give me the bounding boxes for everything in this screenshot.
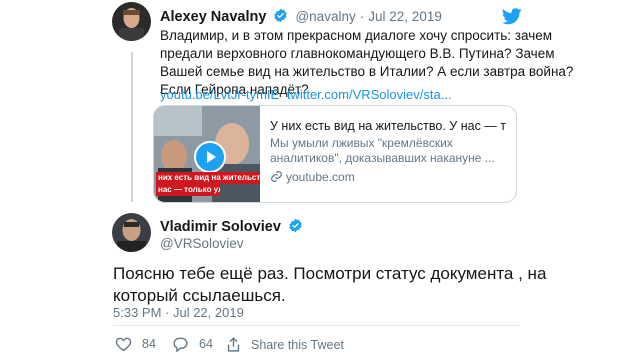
navalny-avatar[interactable] bbox=[112, 2, 151, 41]
reply-action[interactable]: 64 bbox=[172, 336, 213, 352]
tweet1-separator: · bbox=[359, 9, 365, 24]
play-icon[interactable] bbox=[194, 141, 226, 173]
tweet1-line: предали верховного главнокомандующего В.… bbox=[160, 46, 555, 61]
tweet2-author-row: Vladimir Soloviev bbox=[160, 218, 303, 235]
twitter-status-link[interactable]: twitter.com/VRSoloviev/sta... bbox=[287, 87, 452, 102]
tweet2-line: который ссылаешься. bbox=[113, 286, 286, 305]
tweet1-handle[interactable]: @navalny bbox=[295, 9, 355, 24]
card-domain-text: youtube.com bbox=[286, 170, 355, 184]
card-domain: youtube.com bbox=[270, 169, 506, 187]
thread-connector-line bbox=[131, 52, 133, 202]
tweet2-author-name[interactable]: Vladimir Soloviev bbox=[160, 219, 281, 235]
share-action[interactable]: Share this Tweet bbox=[226, 336, 344, 353]
video-thumbnail[interactable]: них есть вид на жительств нас — только у… bbox=[154, 106, 260, 202]
youtube-link[interactable]: youtu.be/LvtJr-tymIE bbox=[160, 87, 279, 102]
soloviev-avatar[interactable] bbox=[112, 213, 151, 252]
reply-bubble-icon[interactable] bbox=[172, 336, 189, 352]
heart-icon[interactable] bbox=[115, 336, 132, 352]
verified-badge-icon bbox=[273, 8, 288, 23]
like-action[interactable]: 84 bbox=[115, 336, 156, 352]
share-label: Share this Tweet bbox=[251, 337, 344, 352]
link-icon bbox=[270, 170, 283, 187]
card-text: У них есть вид на жительство. У нас — то… bbox=[270, 118, 506, 187]
tweet2-line: Поясню тебе ещё раз. Посмотри статус док… bbox=[113, 264, 547, 283]
share-icon[interactable] bbox=[226, 336, 241, 353]
tweet1-links: youtu.be/LvtJr-tymIE twitter.com/VRSolov… bbox=[160, 87, 452, 102]
tweet1-author-name[interactable]: Alexey Navalny bbox=[160, 9, 266, 25]
card-desc-line: Мы умыли лживых "кремлёвских bbox=[270, 136, 453, 150]
like-count: 84 bbox=[142, 337, 156, 351]
thumbnail-caption: них есть вид на жительств bbox=[156, 172, 260, 184]
tweet2-handle[interactable]: @VRSoloviev bbox=[160, 236, 244, 251]
verified-badge-icon bbox=[288, 218, 303, 233]
divider bbox=[113, 325, 520, 326]
reply-count: 64 bbox=[199, 337, 213, 351]
card-title: У них есть вид на жительство. У нас — то… bbox=[270, 119, 506, 133]
link-preview-card[interactable]: них есть вид на жительств нас — только у… bbox=[153, 105, 517, 203]
tweet1-line: Владимир, и в этом прекрасном диалоге хо… bbox=[160, 28, 553, 43]
tweet1-date[interactable]: Jul 22, 2019 bbox=[368, 9, 442, 24]
tweet2-body: Поясню тебе ещё раз. Посмотри статус док… bbox=[113, 263, 546, 307]
thumbnail-caption: нас — только улица bbox=[156, 184, 220, 196]
card-desc-line: аналитиков", доказывавших накануне ... bbox=[270, 151, 495, 165]
tweet1-line: Вашей семье вид на жительство в Италии? … bbox=[160, 64, 574, 79]
card-description: Мы умыли лживых "кремлёвских аналитиков"… bbox=[270, 136, 506, 166]
tweet1-author-row: Alexey Navalny @navalny · Jul 22, 2019 bbox=[160, 8, 442, 25]
tweet2-timestamp[interactable]: 5:33 PM · Jul 22, 2019 bbox=[113, 305, 244, 320]
